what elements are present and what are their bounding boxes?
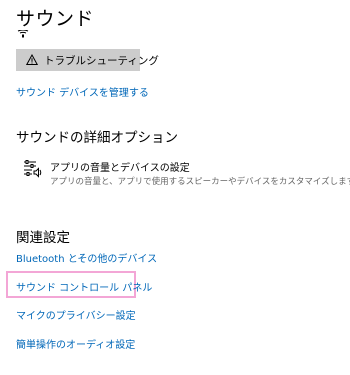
volume-mixer-icon (24, 160, 42, 178)
speaker-icon (17, 30, 29, 38)
related-link-sound-control-panel[interactable]: サウンド コントロール パネル (16, 279, 152, 294)
warning-icon (26, 54, 38, 65)
app-volume-settings-title[interactable]: アプリの音量とデバイスの設定 (50, 159, 190, 174)
manage-sound-devices-link[interactable]: サウンド デバイスを管理する (16, 84, 149, 99)
app-volume-settings-description: アプリの音量と、アプリで使用するスピーカーやデバイスをカスタマイズします。 (50, 177, 350, 187)
related-settings-heading: 関連設定 (16, 230, 70, 246)
advanced-options-heading: サウンドの詳細オプション (16, 130, 178, 146)
page-title: サウンド (16, 8, 95, 30)
related-link-ease-of-access-audio[interactable]: 簡単操作のオーディオ設定 (16, 336, 135, 351)
related-link-bluetooth[interactable]: Bluetooth とその他のデバイス (16, 250, 157, 265)
related-link-microphone-privacy[interactable]: マイクのプライバシー設定 (16, 307, 136, 322)
troubleshoot-button[interactable]: トラブルシューティング (16, 49, 159, 71)
troubleshoot-button-label: トラブルシューティング (44, 54, 159, 67)
